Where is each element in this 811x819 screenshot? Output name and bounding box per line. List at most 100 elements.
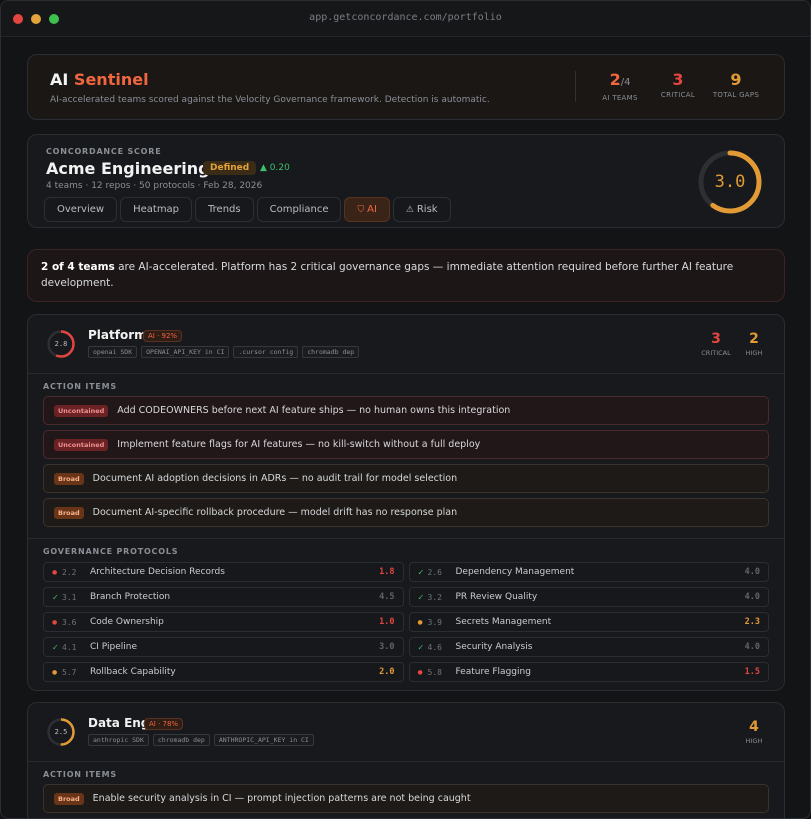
team-card-data-eng[interactable]: 2.5 Data Eng AI · 78% anthropic SDK chromadb…: [27, 702, 785, 818]
protocol-score: 5.8: [427, 667, 442, 677]
tab-compliance[interactable]: Compliance: [256, 197, 342, 222]
protocol-target: 1.5: [744, 667, 760, 677]
protocol-name: CI Pipeline: [90, 642, 138, 652]
action-item[interactable]: Broad Document AI adoption decisions in A…: [43, 464, 769, 493]
action-text: Document AI-specific rollback procedure …: [92, 507, 458, 518]
stat-total-gaps: 9 TOTAL GAPS: [710, 71, 762, 102]
ai-adoption-badge: AI · 78%: [144, 718, 184, 730]
protocol-row[interactable]: ● 2.2 Architecture Decision Records 1.8: [43, 562, 404, 582]
action-text: Enable security analysis in CI — prompt …: [92, 793, 471, 804]
stat-label: TOTAL GAPS: [712, 91, 760, 99]
count-value: 2: [749, 331, 759, 347]
tab-trends[interactable]: Trends: [195, 197, 254, 222]
team-score: 2.8: [54, 340, 68, 348]
stat-value: 9: [710, 71, 762, 89]
protocol-row[interactable]: ✓ 3.2 PR Review Quality 4.0: [408, 587, 769, 607]
tab-label: Risk: [416, 204, 438, 215]
section-divider: [28, 538, 784, 539]
protocol-score: 3.9: [427, 617, 442, 627]
count-label: CRITICAL: [701, 349, 731, 357]
action-text: Document AI adoption decisions in ADRs —…: [92, 473, 458, 484]
action-item[interactable]: Uncontained Implement feature flags for A…: [43, 430, 769, 459]
title-bar: app.getconcordance.com/portfolio: [1, 1, 810, 37]
stat-number: 2: [609, 70, 621, 89]
shield-icon: ⛉: [357, 205, 368, 215]
protocol-row[interactable]: ✓ 2.6 Dependency Management 4.0: [408, 562, 769, 582]
protocol-score: 2.2: [62, 567, 77, 577]
gap-counts: 3 CRITICAL 2 HIGH: [700, 331, 770, 357]
stat-critical: 3 CRITICAL: [652, 71, 704, 102]
protocol-name: Secrets Management: [455, 617, 552, 627]
protocol-name: Code Ownership: [90, 617, 164, 627]
protocol-row[interactable]: ● 3.9 Secrets Management 2.3: [408, 612, 769, 632]
governance-protocols-label: GOVERNANCE PROTOCOLS: [43, 547, 179, 556]
org-meta: 4 teams · 12 repos · 50 protocols · Feb …: [46, 181, 263, 191]
severity-tag: Uncontained: [54, 404, 109, 417]
team-card-platform[interactable]: 2.8 Platform AI · 92% openai SDK OPENAI_API_…: [27, 314, 785, 691]
check-icon: ✓: [417, 592, 425, 602]
tab-label: AI: [367, 204, 377, 215]
sentinel-subtitle: AI-accelerated teams scored against the …: [50, 95, 490, 105]
team-name: Platform: [88, 328, 147, 342]
status-dot-icon: ●: [52, 568, 58, 576]
check-icon: ✓: [52, 642, 59, 652]
check-icon: ✓: [417, 642, 425, 652]
count-label: HIGH: [745, 349, 763, 357]
count-value: 4: [749, 719, 759, 735]
team-score: 2.5: [54, 728, 68, 736]
action-item[interactable]: Uncontained Add CODEOWNERS before next AI…: [43, 396, 769, 425]
protocol-row[interactable]: ✓ 4.6 Security Analysis 4.0: [408, 637, 769, 657]
tab-risk[interactable]: ⚠ Risk: [392, 197, 451, 222]
action-item[interactable]: Broad Document AI-specific rollback proce…: [43, 498, 769, 527]
protocol-row[interactable]: ● 5.8 Feature Flagging 1.5: [408, 662, 769, 682]
tab-label: Heatmap: [133, 204, 180, 215]
severity-tag: Broad: [54, 792, 84, 805]
tab-heatmap[interactable]: Heatmap: [120, 197, 193, 222]
protocol-target: 4.0: [744, 567, 760, 577]
tab-ai[interactable]: ⛉ AI: [344, 197, 390, 222]
stat-value: 2/4: [594, 71, 646, 92]
address-bar[interactable]: app.getconcordance.com/portfolio: [1, 12, 810, 23]
tab-label: Overview: [57, 204, 105, 215]
score-label: CONCORDANCE SCORE: [46, 147, 162, 156]
action-text: Implement feature flags for AI features …: [117, 439, 481, 450]
action-item[interactable]: Broad Enable security analysis in CI — pr…: [43, 784, 769, 813]
tab-overview[interactable]: Overview: [44, 197, 118, 222]
protocol-score: 4.1: [62, 642, 77, 652]
protocol-target: 4.5: [379, 592, 395, 602]
protocol-row[interactable]: ● 3.6 Code Ownership 1.0: [43, 612, 404, 632]
section-divider: [28, 761, 784, 762]
protocol-name: Rollback Capability: [90, 667, 176, 677]
signal-chip: anthropic SDK: [88, 734, 149, 746]
protocol-score: 3.6: [62, 617, 77, 627]
protocol-score: 3.2: [427, 592, 442, 602]
org-name: Acme Engineering: [46, 159, 210, 178]
signal-chip: chromadb dep: [152, 734, 210, 746]
protocol-target: 4.0: [744, 592, 760, 602]
signal-chip: openai SDK: [88, 346, 138, 358]
protocol-row[interactable]: ● 5.7 Rollback Capability 2.0: [43, 662, 404, 682]
detection-signals: anthropic SDK chromadb dep ANTHROPIC_API_K…: [88, 734, 314, 746]
severity-tag: Broad: [54, 472, 84, 485]
view-tabs: Overview Heatmap Trends Compliance ⛉ AI ⚠ Ris…: [44, 197, 451, 222]
ai-adoption-badge: AI · 92%: [143, 330, 183, 342]
action-items-label: ACTION ITEMS: [43, 382, 117, 391]
status-dot-icon: ●: [52, 668, 58, 676]
browser-window: app.getconcordance.com/portfolio AI Sent…: [0, 0, 811, 819]
signal-chip: .cursor config: [233, 346, 299, 358]
protocol-row[interactable]: ✓ 4.1 CI Pipeline 3.0: [43, 637, 404, 657]
sentinel-title: AI Sentinel: [50, 70, 149, 89]
protocol-name: Security Analysis: [455, 642, 533, 652]
stat-label: AI TEAMS: [602, 94, 638, 102]
protocol-target: 1.0: [379, 617, 395, 627]
signal-chip: chromadb dep: [302, 346, 360, 358]
score-value: 3.0: [714, 172, 746, 192]
ai-alert-banner: 2 of 4 teams are AI-accelerated. Platfor…: [27, 249, 785, 302]
status-dot-icon: ●: [417, 618, 423, 626]
tab-label: Compliance: [269, 204, 329, 215]
protocol-row[interactable]: ✓ 3.1 Branch Protection 4.5: [43, 587, 404, 607]
status-dot-icon: ●: [52, 618, 58, 626]
stat-label: CRITICAL: [660, 91, 696, 99]
detection-signals: openai SDK OPENAI_API_KEY in CI .cursor co…: [88, 346, 360, 358]
protocol-score: 3.1: [62, 592, 77, 602]
